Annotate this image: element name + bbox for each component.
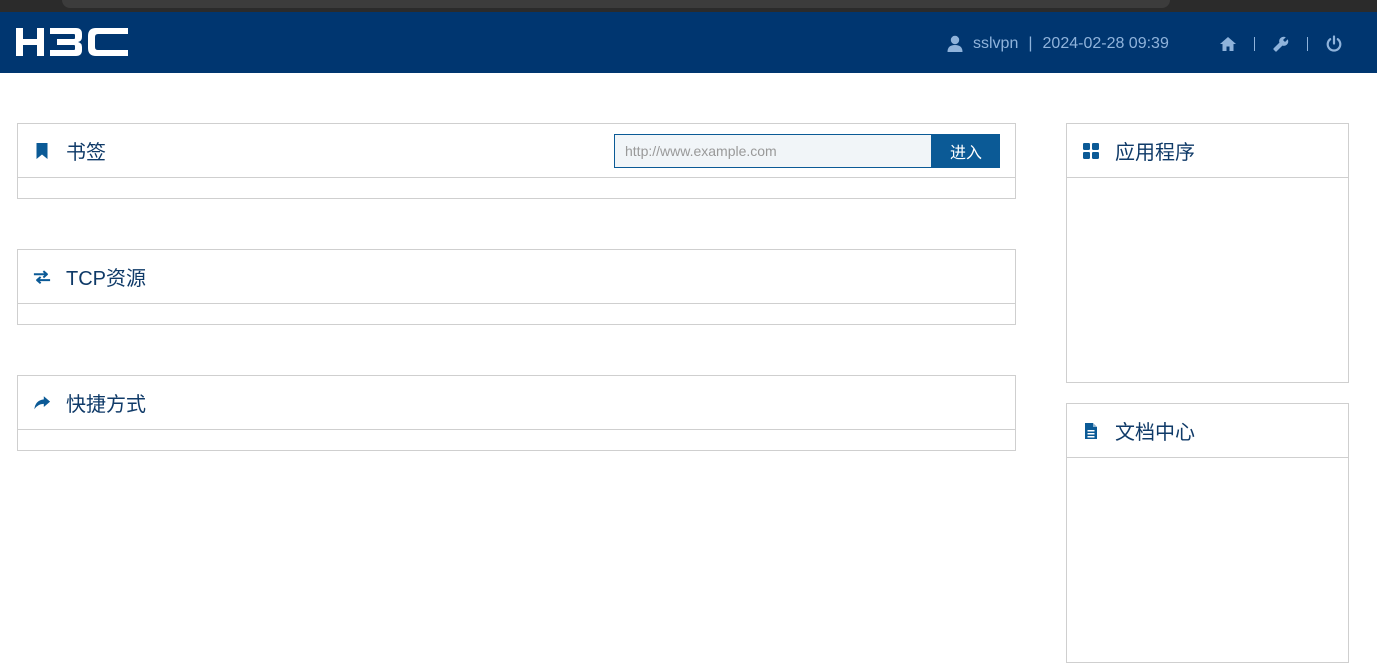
exchange-icon xyxy=(32,267,52,287)
top-header: sslvpn | 2024-02-28 09:39 xyxy=(0,12,1377,73)
applications-panel: 应用程序 xyxy=(1066,123,1349,383)
wrench-icon[interactable] xyxy=(1271,34,1291,54)
go-button[interactable]: 进入 xyxy=(932,134,1000,168)
home-icon[interactable] xyxy=(1218,34,1238,54)
panel-title: 应用程序 xyxy=(1115,142,1195,164)
tcp-resources-panel: TCP资源 xyxy=(17,249,1016,325)
grid-icon xyxy=(1081,141,1101,161)
action-divider xyxy=(1254,37,1255,51)
document-center-panel-header: 文档中心 xyxy=(1067,404,1348,458)
url-input[interactable] xyxy=(614,134,932,168)
header-actions xyxy=(1218,32,1344,56)
bookmarks-panel-header: 书签 进入 xyxy=(18,124,1015,178)
bookmark-icon xyxy=(32,141,52,161)
action-divider xyxy=(1307,37,1308,51)
datetime-label: 2024-02-28 09:39 xyxy=(1042,35,1169,52)
panel-title: 文档中心 xyxy=(1115,422,1195,444)
power-icon[interactable] xyxy=(1324,34,1344,54)
panel-title: 书签 xyxy=(66,142,106,164)
url-entry: 进入 xyxy=(614,134,1000,168)
panel-title: 快捷方式 xyxy=(66,394,146,416)
header-separator: | xyxy=(1028,35,1033,52)
document-icon xyxy=(1081,421,1101,441)
applications-panel-header: 应用程序 xyxy=(1067,124,1348,178)
browser-address-bar[interactable] xyxy=(62,0,1170,8)
bookmarks-panel: 书签 进入 xyxy=(17,123,1016,199)
h3c-logo xyxy=(16,26,130,58)
document-center-panel: 文档中心 xyxy=(1066,403,1349,663)
shortcuts-panel-header: 快捷方式 xyxy=(18,376,1015,430)
header-user-info: sslvpn | 2024-02-28 09:39 xyxy=(946,32,1169,56)
tcp-panel-header: TCP资源 xyxy=(18,250,1015,304)
username-label: sslvpn xyxy=(973,35,1019,52)
browser-chrome-strip xyxy=(0,0,1377,12)
share-icon xyxy=(32,393,52,413)
panel-title: TCP资源 xyxy=(66,268,146,290)
shortcuts-panel: 快捷方式 xyxy=(17,375,1016,451)
user-icon xyxy=(946,35,964,53)
